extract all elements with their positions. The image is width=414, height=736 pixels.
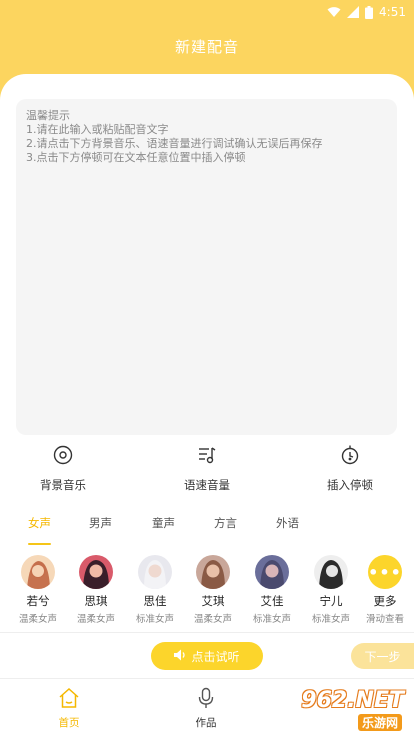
divider bbox=[0, 632, 414, 633]
background-music-label: 背景音乐 bbox=[40, 478, 86, 492]
voice-name: 若兮 bbox=[26, 594, 50, 608]
tab-dialect[interactable]: 方言 bbox=[214, 515, 237, 531]
watermark-sub: 乐游网 bbox=[357, 714, 402, 731]
nav-home[interactable]: 首页 bbox=[39, 687, 99, 730]
voice-name: 艾琪 bbox=[201, 594, 225, 608]
listen-label: 点击试听 bbox=[191, 649, 240, 664]
voice-item[interactable]: 宁儿 标准女声 bbox=[301, 555, 361, 625]
voice-item[interactable]: 思佳 标准女声 bbox=[125, 555, 185, 625]
tab-male[interactable]: 男声 bbox=[89, 515, 112, 531]
tool-row: 背景音乐 语速音量 插入停顿 bbox=[0, 445, 414, 495]
voice-name: 思佳 bbox=[143, 594, 167, 608]
status-time: 4:51 bbox=[379, 5, 406, 19]
voice-name: 宁儿 bbox=[319, 594, 343, 608]
speed-volume-button[interactable]: 语速音量 bbox=[157, 445, 257, 493]
listen-button[interactable]: 点击试听 bbox=[151, 642, 263, 670]
voice-desc: 标准女声 bbox=[135, 614, 174, 625]
speaker-icon bbox=[174, 649, 187, 664]
avatar bbox=[79, 555, 113, 589]
more-voices-button[interactable]: ••• 更多 滑动查看 bbox=[355, 555, 414, 625]
microphone-icon bbox=[195, 687, 217, 713]
voice-desc: 标准女声 bbox=[252, 614, 291, 625]
voice-list: 若兮 温柔女声 思琪 温柔女声 思佳 标准女声 艾琪 温柔女声 艾佳 标准女声 … bbox=[0, 555, 414, 625]
avatar bbox=[21, 555, 55, 589]
voice-name: 艾佳 bbox=[260, 594, 284, 608]
avatar bbox=[255, 555, 289, 589]
voice-item[interactable]: 思琪 温柔女声 bbox=[66, 555, 126, 625]
tab-female[interactable]: 女声 bbox=[28, 515, 51, 531]
voice-item[interactable]: 艾佳 标准女声 bbox=[242, 555, 302, 625]
home-icon bbox=[58, 687, 80, 713]
pause-insert-icon bbox=[340, 445, 360, 469]
avatar bbox=[314, 555, 348, 589]
status-bar: 4:51 bbox=[327, 2, 406, 22]
tempo-icon bbox=[197, 445, 217, 469]
voice-name: 思琪 bbox=[84, 594, 108, 608]
voice-desc: 温柔女声 bbox=[76, 614, 115, 625]
voice-desc: 温柔女声 bbox=[193, 614, 232, 625]
avatar bbox=[196, 555, 230, 589]
voice-desc: 滑动查看 bbox=[365, 614, 404, 625]
voice-desc: 温柔女声 bbox=[18, 614, 57, 625]
tab-child[interactable]: 童声 bbox=[152, 515, 175, 531]
active-tab-indicator bbox=[28, 543, 51, 545]
voice-name: 更多 bbox=[373, 594, 397, 608]
voice-desc: 标准女声 bbox=[311, 614, 350, 625]
watermark-logo: 962.NET 乐游网 bbox=[280, 688, 408, 732]
music-disc-icon bbox=[53, 445, 73, 469]
wifi-icon bbox=[327, 6, 341, 18]
voice-item[interactable]: 艾琪 温柔女声 bbox=[183, 555, 243, 625]
next-step-button[interactable]: 下一步 bbox=[351, 643, 414, 669]
tab-foreign[interactable]: 外语 bbox=[276, 515, 299, 531]
nav-home-label: 首页 bbox=[58, 717, 80, 729]
watermark-brand: 962.NET bbox=[301, 688, 404, 713]
more-dots-icon: ••• bbox=[368, 555, 402, 589]
nav-works-label: 作品 bbox=[195, 717, 217, 729]
voice-category-tabs: 女声 男声 童声 方言 外语 bbox=[0, 515, 414, 547]
avatar bbox=[138, 555, 172, 589]
signal-icon bbox=[347, 6, 360, 18]
editor-placeholder: 温馨提示 1.请在此输入或粘贴配音文字 2.请点击下方背景音乐、语速音量进行调试… bbox=[26, 109, 323, 164]
battery-icon bbox=[365, 5, 374, 19]
dubbing-text-area[interactable]: 温馨提示 1.请在此输入或粘贴配音文字 2.请点击下方背景音乐、语速音量进行调试… bbox=[16, 99, 397, 435]
insert-pause-label: 插入停顿 bbox=[327, 478, 373, 492]
background-music-button[interactable]: 背景音乐 bbox=[13, 445, 113, 493]
voice-item[interactable]: 若兮 温柔女声 bbox=[8, 555, 68, 625]
insert-pause-button[interactable]: 插入停顿 bbox=[300, 445, 400, 493]
page-title: 新建配音 bbox=[174, 38, 239, 56]
nav-works[interactable]: 作品 bbox=[176, 687, 236, 730]
speed-volume-label: 语速音量 bbox=[184, 478, 230, 492]
